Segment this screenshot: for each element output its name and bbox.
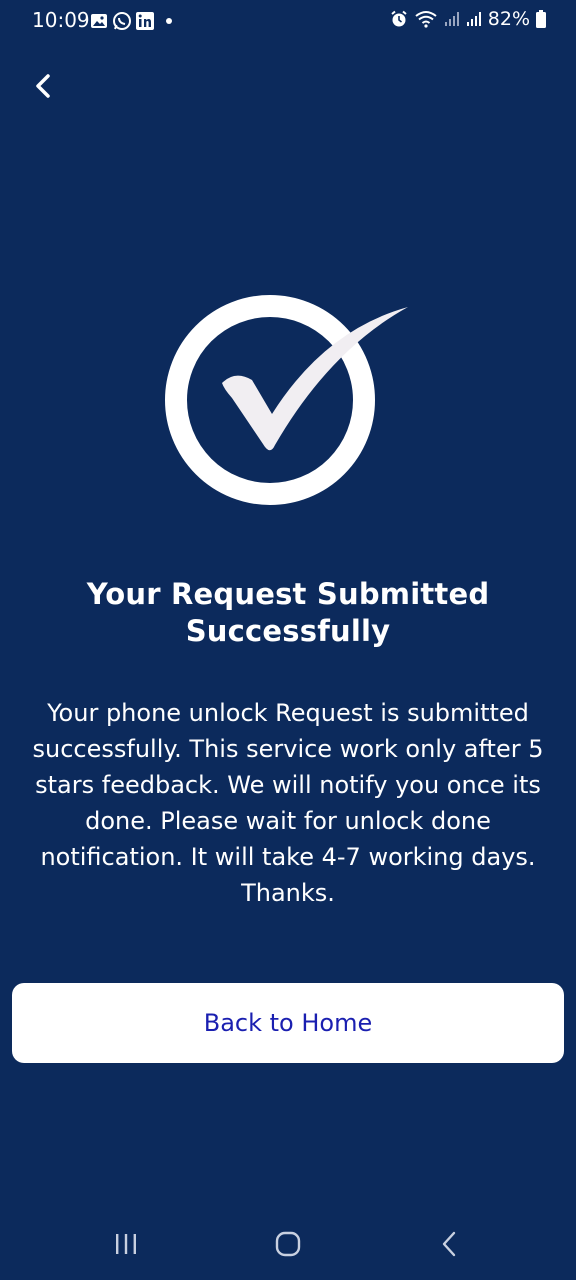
back-to-home-label: Back to Home: [203, 1009, 373, 1037]
status-bar: 10:09 82%: [0, 0, 576, 44]
back-button[interactable]: [28, 70, 60, 102]
battery-percent: 82%: [487, 8, 530, 30]
signal-icon: [444, 11, 460, 27]
signal-icon: [466, 11, 482, 27]
whatsapp-icon: [112, 11, 132, 31]
status-right-icons: 82%: [390, 8, 546, 30]
linkedin-icon: [136, 12, 154, 30]
success-message: Your phone unlock Request is submitted s…: [32, 699, 544, 907]
notification-dot: [166, 18, 172, 24]
navigation-bar: [0, 1200, 576, 1280]
home-nav-button[interactable]: [268, 1226, 308, 1262]
recents-button[interactable]: [106, 1226, 146, 1262]
alarm-icon: [390, 10, 408, 28]
battery-icon: [536, 10, 546, 28]
gallery-icon: [90, 13, 108, 29]
status-left-icons: [90, 11, 172, 31]
recents-icon: [116, 1234, 136, 1254]
back-to-home-button[interactable]: Back to Home: [12, 983, 564, 1063]
status-time: 10:09: [32, 8, 90, 32]
check-circle-icon: [160, 290, 420, 510]
back-nav-button[interactable]: [430, 1226, 470, 1262]
back-icon: [442, 1231, 456, 1257]
home-icon: [275, 1231, 301, 1257]
wifi-icon: [414, 10, 438, 28]
chevron-left-icon: [36, 74, 50, 98]
page-title: Your Request Submitted Successfully: [86, 577, 490, 648]
